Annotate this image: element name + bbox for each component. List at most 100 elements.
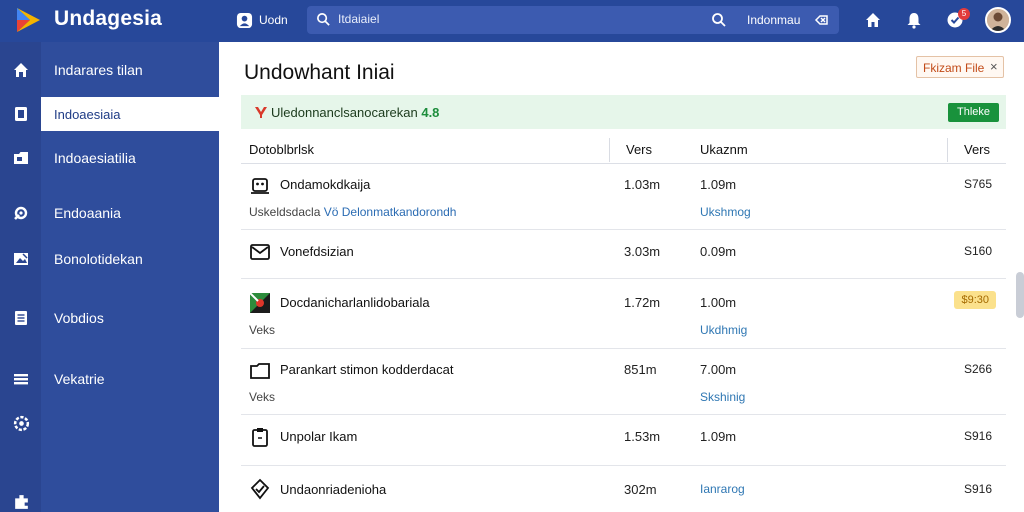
brand-name[interactable]: Undagesia — [54, 7, 162, 31]
row-subtitle: Uskeldsdacla Vö Delonmatkandorondh — [249, 205, 456, 219]
sidebar-item-folders[interactable]: Indoaesiatilia — [0, 141, 219, 175]
user-icon — [236, 12, 253, 28]
row-version: 1.53m — [624, 429, 661, 444]
list-icon — [15, 311, 27, 325]
table-row[interactable]: Ondamokdkaija Uskeldsdacla Vö Delonmatka… — [241, 165, 1006, 230]
search-input[interactable]: Itdaiaiel — [338, 12, 379, 26]
row-updated: 0.09m — [700, 244, 737, 259]
folder-icon — [14, 152, 28, 164]
update-banner: Uledonnanclsanocarekan 4.8 Thleke — [241, 95, 1006, 129]
row-status-link[interactable]: Ukdhmig — [700, 323, 747, 337]
sidebar-item-label: Indarares tilan — [54, 62, 143, 78]
sidebar-item-menu[interactable]: Vekatrie — [0, 362, 219, 396]
row-size: S266 — [963, 362, 992, 376]
banner-text: Uledonnanclsanocarekan 4.8 — [271, 105, 439, 120]
scrollbar-thumb[interactable] — [1016, 272, 1024, 318]
sidebar-item-label: Endoaania — [54, 205, 121, 221]
avatar[interactable] — [985, 7, 1011, 33]
sidebar-item-home[interactable]: Indarares tilan — [0, 53, 219, 87]
export-file-button[interactable]: Fkizam File × — [916, 56, 1004, 78]
account-menu[interactable]: Uodn — [236, 11, 288, 29]
active-rail-segment — [0, 97, 41, 131]
row-size: S916 — [963, 482, 992, 496]
close-icon[interactable]: × — [990, 59, 998, 74]
top-bar: Undagesia Uodn Itdaiaiel Indonmau 5 — [0, 0, 1024, 42]
robot-icon — [251, 178, 269, 194]
sidebar-item-label: Indoaesiaia — [54, 107, 121, 122]
search-icon — [317, 13, 330, 26]
column-header-name[interactable]: Dotoblbrlsk — [249, 142, 314, 157]
home-icon[interactable] — [863, 10, 883, 30]
check-icon — [250, 478, 270, 500]
row-name: Vonefdsizian — [280, 244, 354, 259]
notification-badge: 5 — [958, 8, 970, 20]
folder-icon — [250, 363, 270, 379]
row-updated: 1.09m — [700, 177, 737, 192]
column-header-size[interactable]: Vers — [964, 142, 990, 157]
menu-icon — [14, 374, 28, 385]
row-version: 851m — [624, 362, 657, 377]
image-icon — [14, 253, 28, 265]
row-size: S160 — [963, 244, 992, 258]
row-version: 1.03m — [624, 177, 661, 192]
alert-icon — [255, 107, 267, 118]
sidebar-item-videos[interactable]: Vobdios — [0, 301, 219, 335]
row-subtitle: Veks — [249, 323, 276, 337]
column-divider — [947, 138, 948, 162]
logo-icon[interactable] — [14, 6, 42, 34]
sidebar-item-label: Bonolotidekan — [54, 251, 143, 267]
flag-icon — [249, 292, 270, 313]
row-subtitle-text: Uskeldsdacla — [249, 205, 321, 219]
bell-icon[interactable] — [904, 10, 924, 30]
sidebar-item-label: Vobdios — [54, 310, 104, 326]
row-name: Docdanicharlanlidobariala — [280, 295, 430, 310]
mail-icon — [250, 244, 270, 260]
sidebar: Indarares tilan Indoaesiaia Indoaesiatil… — [0, 42, 219, 512]
table-row[interactable]: Parankart stimon kodderdacat Veks 851m 7… — [241, 349, 1006, 415]
search-location[interactable]: Indonmau — [747, 13, 800, 27]
page-title: Undowhant Iniai — [244, 61, 395, 84]
settings-icon[interactable] — [12, 414, 31, 433]
sidebar-item-documents[interactable]: Indoaesiaia — [0, 97, 219, 131]
row-name: Ondamokdkaija — [280, 177, 371, 192]
row-version: 302m — [624, 482, 657, 497]
table-row[interactable]: Vonefdsizian 3.03m 0.09m S160 — [241, 230, 1006, 279]
export-file-label: Fkizam File — [923, 61, 985, 75]
table-header: Dotoblbrlsk Vers Ukaznm Vers — [241, 134, 1006, 164]
row-name: Undaonriadenioha — [280, 482, 387, 497]
row-updated: 1.09m — [700, 429, 737, 444]
search-submit-icon[interactable] — [711, 12, 727, 28]
tools-icon — [14, 206, 28, 220]
table-row[interactable]: Unpolar Ikam 1.53m 1.09m S916 — [241, 415, 1006, 466]
home-icon — [14, 63, 28, 77]
price-badge: $9:30 — [954, 291, 996, 309]
clear-search-icon[interactable] — [813, 12, 829, 28]
avatar-image — [987, 9, 1009, 31]
banner-message: Uledonnanclsanocarekan — [271, 105, 418, 120]
banner-link[interactable]: 4.8 — [421, 105, 439, 120]
row-subtitle-link[interactable]: Vö Delonmatkandorondh — [324, 205, 457, 219]
row-size: S916 — [963, 429, 992, 443]
main-content: Undowhant Iniai Fkizam File × Uledonnanc… — [219, 42, 1024, 512]
clipboard-icon — [252, 428, 268, 447]
row-version: 1.72m — [624, 295, 661, 310]
row-status-link[interactable]: Ukshmog — [700, 205, 751, 219]
sidebar-item-images[interactable]: Bonolotidekan — [0, 242, 219, 276]
column-header-updated[interactable]: Ukaznm — [700, 142, 748, 157]
table-row[interactable]: Undaonriadenioha 302m Ianrarog S916 — [241, 466, 1006, 512]
row-updated: 1.00m — [700, 295, 737, 310]
row-status-link[interactable]: Ianrarog — [700, 482, 745, 496]
sidebar-item-label: Indoaesiatilia — [54, 150, 136, 166]
row-name: Unpolar Ikam — [280, 429, 358, 444]
account-label: Uodn — [259, 13, 288, 27]
search-bar[interactable]: Itdaiaiel Indonmau — [307, 6, 839, 34]
banner-action-button[interactable]: Thleke — [948, 103, 999, 122]
table-row[interactable]: Docdanicharlanlidobariala Veks 1.72m 1.0… — [241, 279, 1006, 349]
column-divider — [609, 138, 610, 162]
row-subtitle: Veks — [249, 390, 276, 404]
sidebar-item-tools[interactable]: Endoaania — [0, 196, 219, 230]
column-header-version[interactable]: Vers — [626, 142, 652, 157]
row-updated: 7.00m — [700, 362, 737, 377]
row-status-link[interactable]: Skshinig — [700, 390, 745, 404]
puzzle-icon[interactable] — [12, 492, 31, 511]
